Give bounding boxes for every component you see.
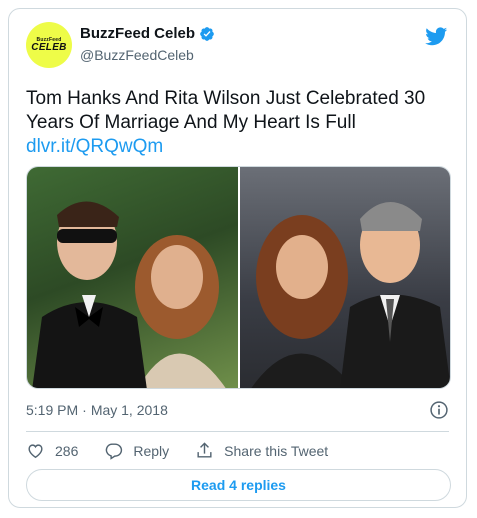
tweet-time: 5:19 PM	[26, 402, 79, 418]
tweet-link[interactable]: dlvr.it/QRQwQm	[26, 135, 163, 159]
tweet-card: BuzzFeed CELEB BuzzFeed Celeb @BuzzFeedC…	[8, 8, 467, 508]
verified-badge-icon	[200, 26, 214, 41]
tweet-media[interactable]	[26, 166, 451, 389]
like-button[interactable]: 286	[26, 441, 78, 460]
share-icon	[197, 442, 212, 458]
tweet-text: Tom Hanks And Rita Wilson Just Celebrate…	[26, 88, 426, 133]
photo-left-illustration	[32, 201, 226, 388]
info-icon[interactable]	[429, 400, 449, 420]
timestamp-separator: ·	[82, 402, 87, 418]
photo-right[interactable]	[240, 167, 450, 388]
tweet-timestamp[interactable]: 5:19 PM · May 1, 2018	[26, 402, 168, 418]
read-replies-button[interactable]: Read 4 replies	[26, 469, 451, 501]
reply-button[interactable]: Reply	[104, 441, 169, 460]
tweet-date: May 1, 2018	[90, 402, 168, 418]
author-name[interactable]: BuzzFeed Celeb	[80, 25, 195, 42]
reply-icon	[106, 443, 123, 460]
tweet-actions: 286 Reply Share this Tweet	[26, 441, 354, 460]
avatar-text-main: CELEB	[31, 41, 67, 53]
twitter-bird-icon[interactable]	[424, 25, 449, 47]
share-label: Share this Tweet	[224, 442, 329, 459]
photo-left[interactable]	[27, 167, 238, 388]
divider	[26, 431, 449, 432]
heart-icon	[28, 444, 43, 459]
avatar[interactable]: BuzzFeed CELEB	[26, 22, 72, 68]
author-name-row: BuzzFeed Celeb	[80, 25, 215, 42]
reply-label: Reply	[133, 442, 170, 459]
like-count: 286	[55, 442, 79, 459]
author-handle[interactable]: @BuzzFeedCeleb	[80, 47, 194, 63]
share-button[interactable]: Share this Tweet	[195, 441, 328, 460]
photo-right-illustration	[251, 202, 450, 388]
